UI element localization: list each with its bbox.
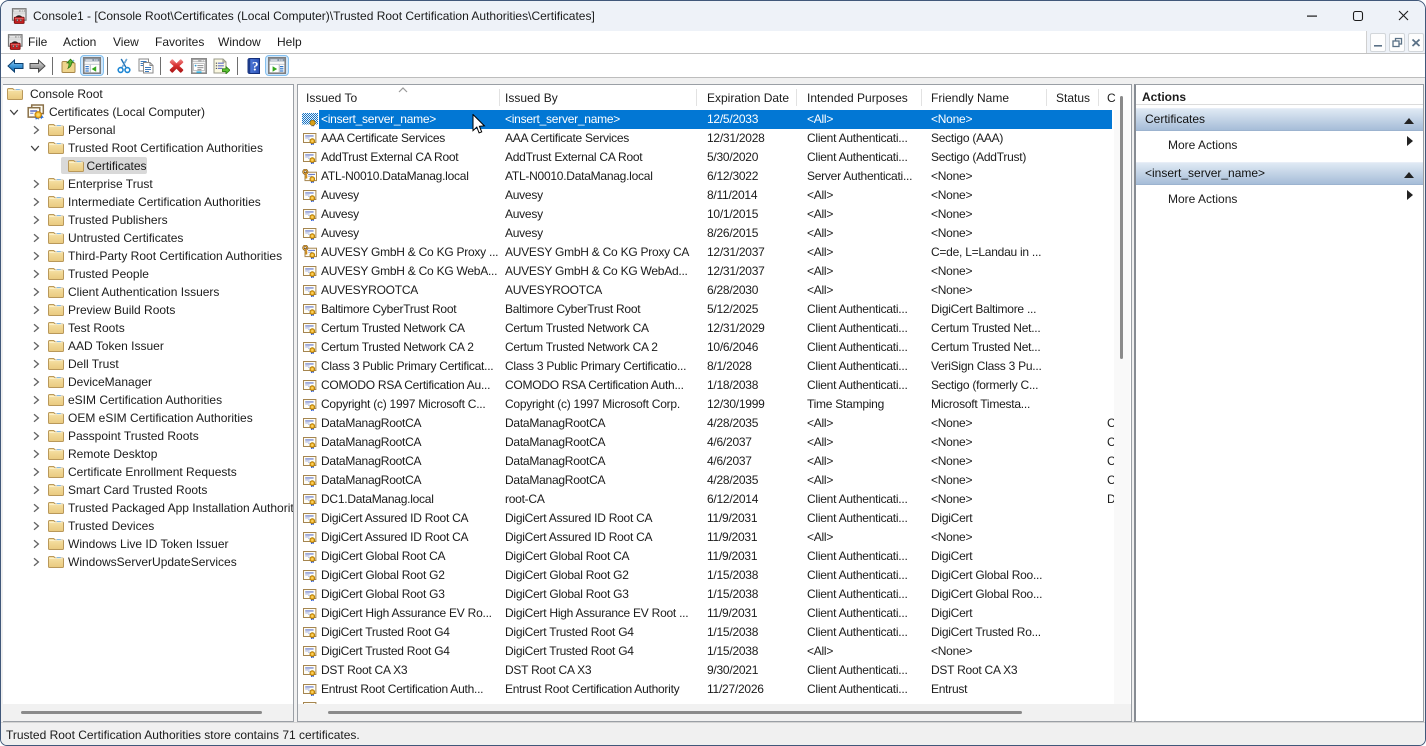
svg-text:?: ? bbox=[252, 59, 259, 74]
